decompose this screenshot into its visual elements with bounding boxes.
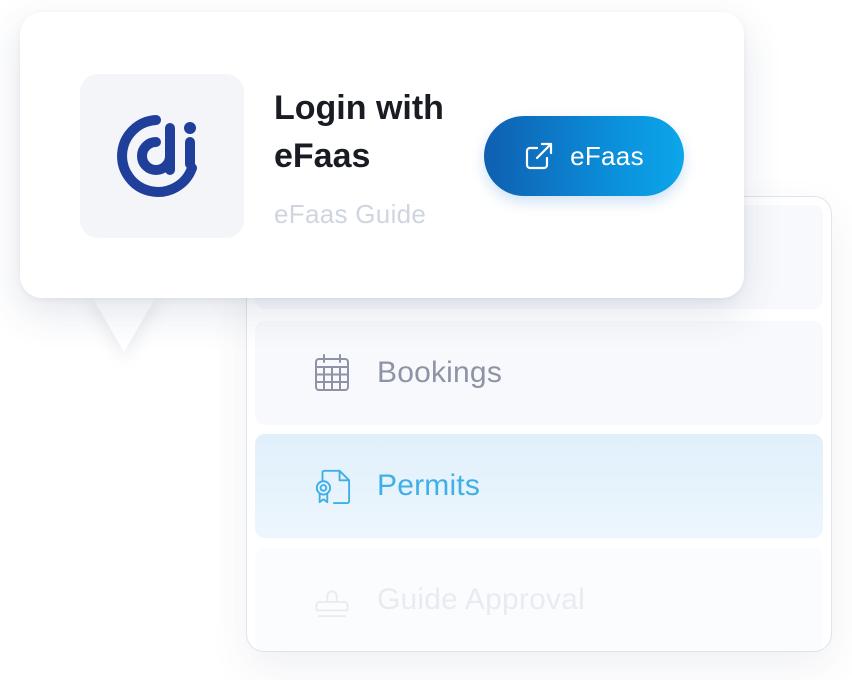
efaas-login-button[interactable]: eFaas	[484, 116, 684, 196]
calendar-icon	[313, 354, 351, 392]
menu-item-label: Permits	[377, 469, 481, 502]
menu-item-permits[interactable]: Permits	[255, 434, 823, 538]
login-card: Login with eFaas eFaas Guide eFaas	[20, 12, 744, 298]
efaas-button-label: eFaas	[570, 140, 644, 171]
certificate-document-icon	[313, 467, 351, 505]
menu-item-bookings[interactable]: Bookings	[255, 321, 823, 425]
menu-item-label: Guide Approval	[377, 583, 585, 616]
external-link-icon	[524, 141, 554, 171]
efaas-logo	[80, 74, 244, 238]
menu-item-label: Bookings	[377, 356, 503, 389]
stamp-icon	[313, 581, 351, 619]
page: Bookings Permits Guide Approval Login wi…	[0, 0, 852, 680]
card-subtitle: eFaas Guide	[274, 199, 427, 229]
efaas-di-logo-icon	[117, 115, 197, 197]
card-title: Login with eFaas	[274, 89, 444, 175]
popover-tail	[88, 290, 160, 352]
menu-item-guide-approval[interactable]: Guide Approval	[255, 548, 823, 651]
